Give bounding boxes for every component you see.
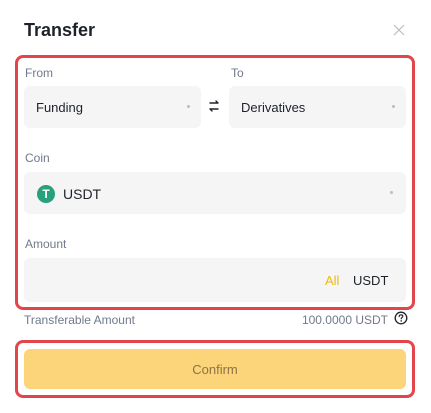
confirm-button[interactable]: Confirm: [24, 349, 406, 389]
swap-icon[interactable]: [206, 98, 222, 114]
chevron-down-icon: [187, 105, 190, 108]
to-value: Derivatives: [241, 100, 306, 115]
coin-value: USDT: [63, 186, 102, 202]
transfer-dialog: Transfer From Funding To Derivatives Coi…: [0, 0, 431, 413]
from-select[interactable]: Funding: [24, 86, 201, 128]
coin-label: Coin: [25, 151, 50, 165]
amount-label: Amount: [25, 237, 67, 251]
amount-input[interactable]: [24, 258, 406, 302]
transferable-label: Transferable Amount: [24, 313, 135, 327]
chevron-down-icon: [390, 191, 393, 194]
to-select[interactable]: Derivatives: [229, 86, 406, 128]
amount-unit: USDT: [353, 273, 389, 288]
close-icon[interactable]: [391, 22, 407, 38]
all-button[interactable]: All: [325, 273, 339, 288]
tether-icon: T: [37, 185, 55, 203]
transferable-value: 100.0000 USDT: [301, 313, 388, 327]
from-label: From: [25, 66, 53, 80]
help-icon[interactable]: [394, 311, 408, 325]
chevron-down-icon: [392, 105, 395, 108]
from-value: Funding: [36, 100, 83, 115]
coin-select[interactable]: USDT: [24, 172, 406, 214]
to-label: To: [231, 66, 244, 80]
dialog-title: Transfer: [24, 20, 96, 40]
